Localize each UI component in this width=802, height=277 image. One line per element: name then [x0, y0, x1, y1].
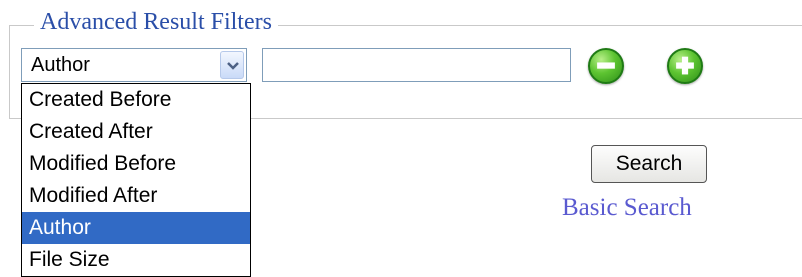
filter-field-dropdown-list[interactable]: Created Before Created After Modified Be… — [21, 83, 251, 277]
filter-field-select-value: Author — [31, 54, 90, 76]
search-button[interactable]: Search — [591, 145, 707, 183]
dropdown-option[interactable]: File Size — [22, 244, 250, 276]
dropdown-option[interactable]: Modified Before — [22, 148, 250, 180]
remove-filter-button[interactable] — [588, 48, 624, 84]
plus-circle-icon — [676, 56, 694, 75]
advanced-filters-legend: Advanced Result Filters — [34, 7, 278, 37]
filter-field-select[interactable]: Author — [21, 48, 247, 82]
filter-value-input[interactable] — [262, 48, 571, 82]
dropdown-option-selected[interactable]: Author — [22, 212, 250, 244]
dropdown-option[interactable]: Created After — [22, 116, 250, 148]
add-filter-button[interactable] — [667, 48, 703, 84]
chevron-down-icon[interactable] — [220, 51, 244, 79]
basic-search-link[interactable]: Basic Search — [562, 194, 692, 222]
minus-circle-icon — [597, 62, 615, 69]
dropdown-option[interactable]: Created Before — [22, 84, 250, 116]
dropdown-option[interactable]: Modified After — [22, 180, 250, 212]
